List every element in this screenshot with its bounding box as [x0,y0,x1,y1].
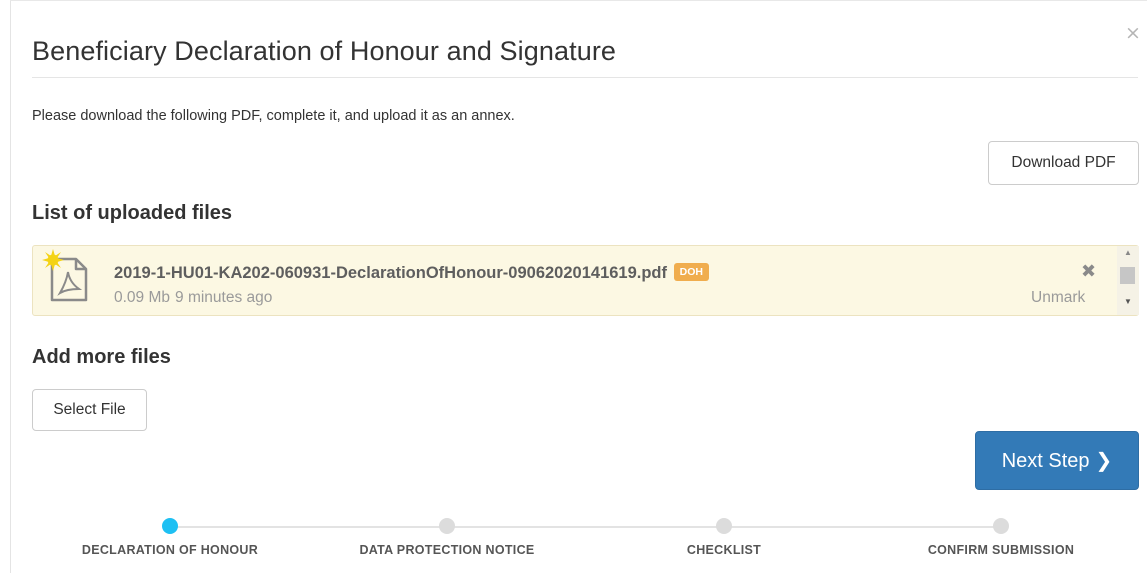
file-age: 9 minutes ago [175,289,273,306]
download-pdf-button[interactable]: Download PDF [988,141,1139,185]
file-size: 0.09 Mb [114,289,171,306]
modal-top-border [10,0,1147,1]
step-label-checklist: CHECKLIST [686,543,762,557]
add-files-heading: Add more files [32,346,171,368]
scroll-down-icon[interactable]: ▼ [1124,298,1132,306]
scroll-up-icon[interactable]: ▲ [1124,249,1132,257]
step-dot-declaration[interactable] [162,518,178,534]
chevron-right-icon: ❯ [1095,448,1113,472]
step-dot-confirm[interactable] [993,518,1009,534]
close-icon[interactable]: × [1125,24,1141,43]
step-dot-checklist[interactable] [716,518,732,534]
file-name-row: 2019-1-HU01-KA202-060931-DeclarationOfHo… [114,263,709,283]
modal-title: Beneficiary Declaration of Honour and Si… [32,36,617,66]
uploaded-file-item: 2019-1-HU01-KA202-060931-DeclarationOfHo… [32,245,1139,316]
file-list-scrollbar[interactable]: ▲ ▼ [1117,246,1139,315]
title-divider [32,77,1138,78]
next-step-button[interactable]: Next Step ❯ [975,431,1139,490]
instructions-text: Please download the following PDF, compl… [32,108,515,124]
step-label-data-protection: DATA PROTECTION NOTICE [359,543,535,557]
file-meta: 0.09 Mb 9 minutes ago [114,289,272,307]
file-name-link[interactable]: 2019-1-HU01-KA202-060931-DeclarationOfHo… [114,264,667,282]
remove-file-icon[interactable]: ✖ [1081,263,1096,281]
step-label-declaration: DECLARATION OF HONOUR [81,543,259,557]
uploaded-files-heading: List of uploaded files [32,202,233,224]
step-label-confirm: CONFIRM SUBMISSION [927,543,1075,557]
progress-stepper: DECLARATION OF HONOUR DATA PROTECTION NO… [0,510,1147,570]
unmark-link[interactable]: Unmark [1031,289,1085,307]
modal-border [10,0,11,573]
scroll-thumb[interactable] [1120,267,1135,284]
doh-badge: DOH [673,263,709,281]
star-icon [42,249,64,271]
pdf-file-icon [42,249,90,303]
next-step-label: Next Step [1001,450,1090,472]
select-file-button[interactable]: Select File [32,389,147,431]
step-dot-data-protection[interactable] [439,518,455,534]
stepper-track [170,526,1001,528]
